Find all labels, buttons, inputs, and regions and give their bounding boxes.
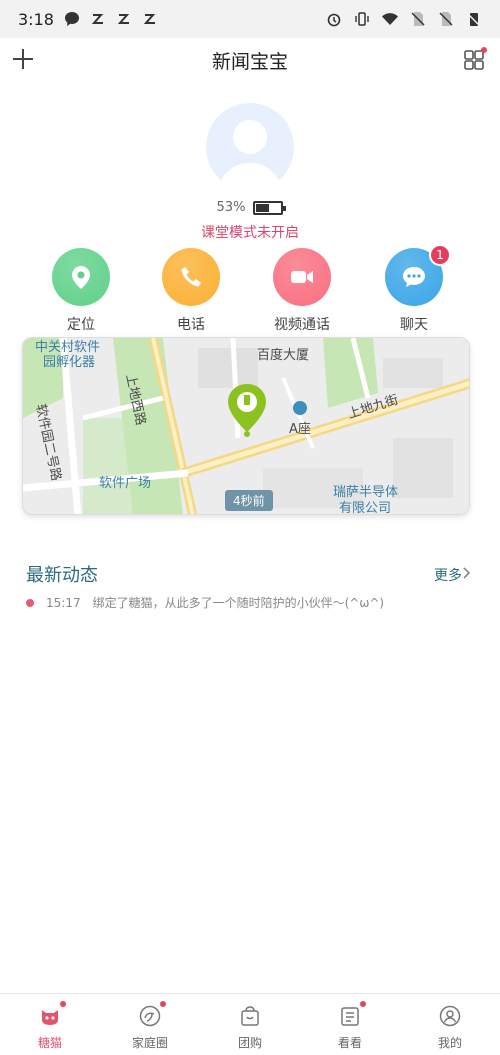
tab-family-circle[interactable]: 家庭圈 [100,994,200,1055]
phone-icon [181,267,201,287]
no-sim-icon [439,12,453,26]
page-title: 新闻宝宝 [211,50,288,73]
chat-button[interactable]: 1 聊天 [374,244,454,334]
activity-time: 15:17 [46,595,81,610]
activity-dot [26,598,34,607]
tab-group-buy[interactable]: 团购 [200,994,300,1055]
tab-label: 我的 [437,1036,462,1050]
shopping-bag-icon [241,1006,259,1026]
locate-label: 定位 [67,317,95,333]
phone-label: 电话 [177,317,205,333]
tab-label: 看看 [337,1036,362,1050]
battery-percent: 53% [216,200,246,215]
add-icon[interactable] [10,46,36,72]
unread-badge: 1 [429,244,451,266]
cat-face-icon [42,1010,58,1025]
location-map[interactable]: 中关村软件 园孵化器 上地西路 百度大厦 软件园二号路 A座 上地九街 软件广场… [22,337,470,515]
app-notification-icon [91,14,104,24]
wifi-icon [382,13,398,25]
alarm-icon [327,13,341,27]
chevron-right-icon[interactable] [462,566,472,580]
map-label: A座 [289,422,311,437]
chat-bubble-icon [403,267,425,287]
video-call-circle [273,248,331,306]
phone-circle [162,248,220,306]
notification-dot [160,1001,166,1007]
locate-button[interactable]: 定位 [41,248,121,334]
chat-notification-icon [64,12,79,26]
classroom-mode-status: 课堂模式未开启 [201,225,299,241]
map-label: 软件广场 [99,476,152,491]
battery-icon [253,200,287,215]
location-updated-time: 4秒前 [225,490,273,511]
app-notification-icon [143,14,156,24]
battery-status: 53% [0,200,500,215]
tab-tangmao[interactable]: 糖猫 [0,994,100,1055]
notification-dot [360,1001,366,1007]
more-link[interactable]: 更多 [434,565,462,585]
activity-text: 绑定了糖猫，从此多了一个随时陪护的小伙伴～(^ω^) [92,596,385,610]
map-label: 园孵化器 [43,355,96,370]
location-pin-icon [72,266,90,289]
chat-label: 聊天 [400,317,428,333]
tab-label: 家庭圈 [131,1036,168,1050]
bottom-tab-bar: 糖猫 家庭圈 团购 看看 我的 [0,993,500,1055]
quick-actions: 定位 电话 视频通话 1 聊天 [0,244,500,334]
child-avatar[interactable] [206,103,294,191]
newspaper-icon [341,1007,359,1026]
person-silhouette-icon [218,120,282,191]
tab-discover[interactable]: 看看 [300,994,400,1055]
locate-circle [52,248,110,306]
no-sim-icon [411,12,425,26]
tab-label: 团购 [237,1036,262,1050]
battery-fill [256,203,270,212]
family-circle-icon [139,1005,161,1027]
map-label: 百度大厦 [257,348,310,363]
app-notification-icon [117,14,130,24]
notification-dot [60,1001,66,1007]
map-label: 有限公司 [339,501,392,515]
apps-grid-icon[interactable] [462,46,488,72]
phone-button[interactable]: 电话 [151,248,231,334]
status-bar: 3:18 [0,0,500,38]
video-camera-icon [291,271,313,283]
video-call-label: 视频通话 [274,317,330,333]
tab-me[interactable]: 我的 [400,994,500,1055]
status-time: 3:18 [18,9,54,29]
profile-icon [439,1005,461,1027]
tab-label: 糖猫 [37,1036,62,1050]
latest-activity-title: 最新动态 [26,565,98,586]
video-call-button[interactable]: 视频通话 [262,248,342,334]
title-bar: 新闻宝宝 [0,38,500,82]
battery-status-icon [467,13,481,27]
activity-item: 15:17 绑定了糖猫，从此多了一个随时陪护的小伙伴～(^ω^) [26,594,384,611]
vibrate-icon [355,12,369,26]
